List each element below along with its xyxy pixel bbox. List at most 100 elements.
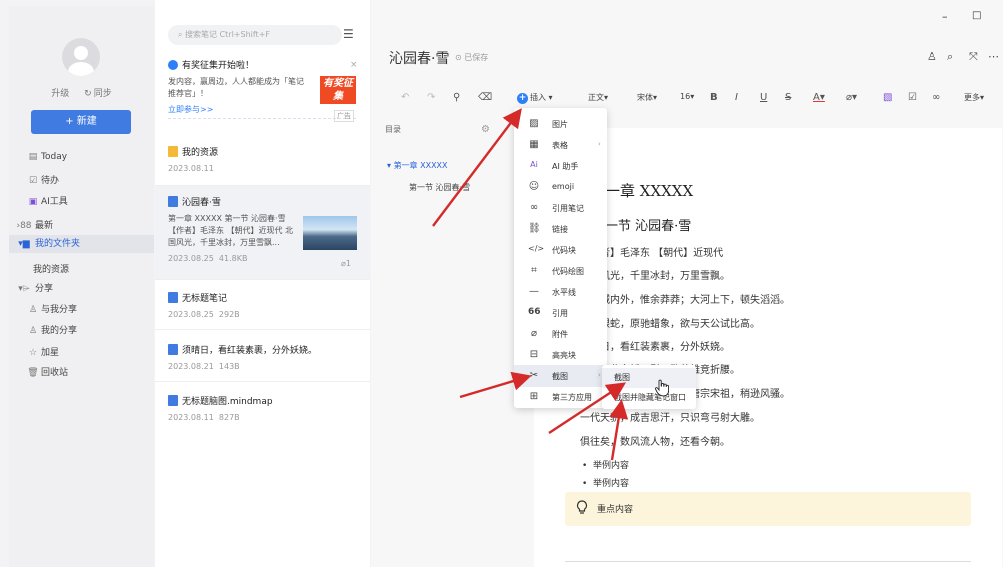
sidebar-item-trash[interactable]: 🗑 回收站 <box>27 365 68 378</box>
note-item[interactable]: 无标题笔记 2023.08.25 292B <box>155 280 370 330</box>
new-note-button[interactable]: + 新建 <box>31 110 131 134</box>
save-status: ⊙ 已保存 <box>455 53 489 62</box>
menu-item-ai-assistant[interactable]: Ai AI 助手 <box>514 155 607 177</box>
paragraph-style-select[interactable]: 正文▾ <box>588 92 608 103</box>
menu-item-quote[interactable]: 66 引用 <box>514 302 607 324</box>
paperclip-icon: ⌀ <box>530 328 538 339</box>
menu-item-code-block[interactable]: </> 代码块 <box>514 239 607 261</box>
sidebar-item-shared-with-me[interactable]: ♙ 与我分享 <box>27 302 77 315</box>
sidebar-item-my-resources[interactable]: 我的资源 <box>33 262 69 275</box>
toc-item-section[interactable]: 第一节 沁园春·雪 <box>409 182 470 193</box>
ad-tag: 广告 <box>334 110 354 122</box>
submenu-item-screenshot-hide-window[interactable]: 截图并隐藏笔记窗口 <box>602 388 696 408</box>
list-menu-icon[interactable]: ☰ <box>343 27 355 41</box>
attachment-count: ⌀1 <box>341 259 351 268</box>
sidebar-item-todo[interactable]: ☑ 待办 <box>27 173 59 186</box>
font-size-select[interactable]: 16▾ <box>680 92 694 101</box>
doc-line: 俱往矣，数风流人物，还看今朝。 <box>580 437 730 448</box>
ad-link[interactable]: 立即参与>> <box>168 104 356 119</box>
ad-banner[interactable]: 有奖征集开始啦！ × 发内容，赢周边，人人都能成为「笔记推荐官」！ 有奖征集 立… <box>168 58 358 122</box>
submenu-item-screenshot[interactable]: 截图 <box>602 368 696 388</box>
insert-menu: ▨ 图片 ▦ 表格 › Ai AI 助手 ☺ emoji ∞ 引用笔记 ⛓ 链接 </> 代码块… <box>514 108 607 408</box>
menu-item-horizontal-rule[interactable]: — 水平线 <box>514 281 607 303</box>
sidebar-item-share[interactable]: ▾⌲ 分享 <box>15 281 53 294</box>
diagram-icon: ⌗ <box>531 265 537 276</box>
highlight-block[interactable]: 重点内容 <box>565 492 971 526</box>
code-icon: </> <box>528 244 545 253</box>
underline-icon[interactable]: U <box>760 92 767 103</box>
menu-item-third-party-apps[interactable]: ⊞ 第三方应用 <box>514 386 607 408</box>
apps-grid-icon: ⊞ <box>529 391 539 402</box>
ai-icon: ▣ <box>28 197 38 207</box>
search-input[interactable]: ⌕ 搜索笔记 Ctrl+Shift+F <box>168 25 342 45</box>
scissors-icon: ✂ <box>529 370 539 381</box>
menu-item-attachment[interactable]: ⌀ 附件 <box>514 323 607 345</box>
plus-icon: + <box>517 93 528 104</box>
highlight-icon[interactable]: ⌀▾ <box>846 92 857 103</box>
menu-item-highlight-block[interactable]: ⊟ 高亮块 <box>514 344 607 366</box>
sidebar-item-my-shares[interactable]: ♙ 我的分享 <box>27 323 77 336</box>
quote-icon: 66 <box>528 307 541 317</box>
bullet-item: • 举例内容 <box>582 479 630 489</box>
calendar-icon: ▤ <box>28 152 38 162</box>
minimize-icon[interactable]: – <box>942 10 948 23</box>
maximize-icon[interactable]: □ <box>972 10 981 21</box>
link-icon: ∞ <box>529 202 539 213</box>
eraser-icon[interactable]: ⌫ <box>478 92 492 103</box>
divider <box>565 561 971 562</box>
note-item[interactable]: 无标题脑图.mindmap 2023.08.11 827B <box>155 382 370 432</box>
toc-item-chapter[interactable]: ▾ 第一章 XXXXX <box>387 160 448 171</box>
menu-item-emoji[interactable]: ☺ emoji <box>514 176 607 198</box>
note-item[interactable]: 须晴日，看红装素裹，分外妖娆。 2023.08.21 143B <box>155 330 370 382</box>
font-family-select[interactable]: 宋体▾ <box>637 92 657 103</box>
italic-icon[interactable]: I <box>735 92 738 103</box>
sidebar-item-recent[interactable]: ›88 最新 <box>15 218 53 231</box>
menu-item-image[interactable]: ▨ 图片 <box>514 113 607 135</box>
checkbox-icon[interactable]: ☑ <box>908 92 917 103</box>
undo-icon[interactable]: ↶ <box>401 92 409 103</box>
folder-icon <box>168 146 178 157</box>
sidebar-item-starred[interactable]: ☆ 加星 <box>27 345 59 358</box>
settings-icon[interactable]: ⚙ <box>481 124 490 135</box>
strikethrough-icon[interactable]: S <box>785 92 791 103</box>
menu-item-code-diagram[interactable]: ⌗ 代码绘图 <box>514 260 607 282</box>
ai-icon[interactable]: ▧ <box>883 92 892 103</box>
redo-icon[interactable]: ↷ <box>427 92 435 103</box>
person-icon: ♙ <box>28 305 38 315</box>
bullet-item: • 举例内容 <box>582 461 630 471</box>
document-title[interactable]: 沁园春·雪 <box>389 48 449 68</box>
close-icon[interactable]: × <box>350 60 358 70</box>
fullscreen-icon[interactable]: ⤧ <box>969 50 978 64</box>
bold-icon[interactable]: B <box>710 92 718 103</box>
upgrade-link[interactable]: 升级 <box>51 89 69 99</box>
horizontal-line-icon: — <box>529 286 539 297</box>
ai-icon: Ai <box>530 160 538 169</box>
note-item-selected[interactable]: 沁园春·雪 第一章 XXXXX 第一节 沁园春·雪【作者】毛泽东 【朝代】近现代… <box>155 186 370 280</box>
trash-icon: 🗑 <box>27 368 39 378</box>
more-icon[interactable]: ⋯ <box>988 50 999 63</box>
highlight-block-icon: ⊟ <box>529 349 539 360</box>
more-button[interactable]: 更多▾ <box>964 92 984 103</box>
doc-line: 望长城内外，惟余莽莽；大河上下，顿失滔滔。 <box>580 295 790 306</box>
menu-item-screenshot[interactable]: ✂ 截图 › <box>514 365 607 387</box>
menu-item-link[interactable]: ⛓ 链接 <box>514 218 607 240</box>
menu-item-table[interactable]: ▦ 表格 › <box>514 134 607 156</box>
sidebar-item-ai-tools[interactable]: ▣ AI工具 <box>27 194 68 207</box>
star-icon: ☆ <box>28 348 38 358</box>
font-color-icon[interactable]: A▾ <box>813 92 825 103</box>
format-painter-icon[interactable]: ⚲ <box>453 92 460 103</box>
insert-button[interactable]: + 插入 ▾ <box>517 92 553 104</box>
share-icon: ▾⌲ <box>18 284 30 294</box>
search-doc-icon[interactable]: ⌕ <box>947 50 953 64</box>
ad-badge: 有奖征集 <box>320 76 356 104</box>
ad-body: 发内容，赢周边，人人都能成为「笔记推荐官」！ <box>168 77 304 98</box>
menu-item-quote-note[interactable]: ∞ 引用笔记 <box>514 197 607 219</box>
avatar[interactable] <box>62 38 100 76</box>
sidebar-item-today[interactable]: ▤ Today <box>27 152 67 162</box>
sidebar-item-my-folder[interactable]: ▾▆ 我的文件夹 <box>9 235 154 253</box>
editor-panel: – □ 沁园春·雪 ⊙ 已保存 ♙ ⌕ ⤧ ⋯ ↶ ↷ ⚲ ⌫ + 插入 ▾ 正文… <box>371 0 1003 567</box>
note-item[interactable]: 我的资源 2023.08.11 <box>155 140 370 186</box>
sync-button[interactable]: ↻ 同步 <box>84 89 112 99</box>
link-icon[interactable]: ∞ <box>932 92 940 103</box>
share-person-icon[interactable]: ♙ <box>927 50 937 63</box>
